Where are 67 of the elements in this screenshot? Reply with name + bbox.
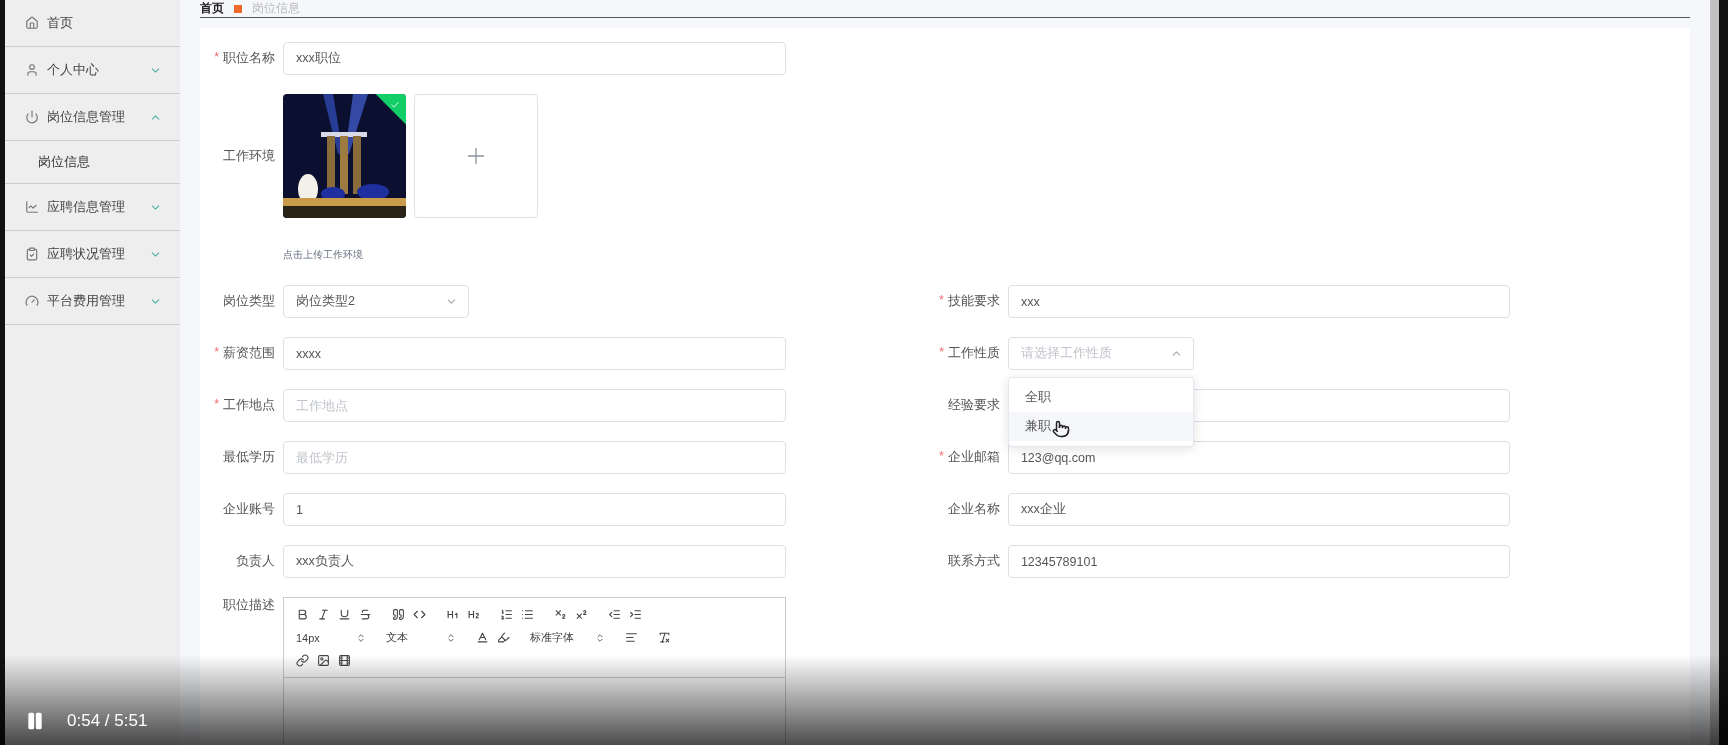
scrollbar[interactable] bbox=[1710, 0, 1719, 745]
clipboard-icon bbox=[25, 247, 39, 261]
text-input[interactable]: 1 bbox=[283, 493, 786, 526]
field-label: 企业账号 bbox=[223, 501, 275, 518]
sidebar-item[interactable]: 平台费用管理 bbox=[5, 278, 180, 325]
dropdown-option[interactable]: 兼职 bbox=[1009, 412, 1193, 441]
pause-button[interactable] bbox=[25, 711, 45, 731]
field-label: 技能要求 bbox=[947, 293, 1000, 310]
text-input[interactable]: 123@qq.com bbox=[1007, 441, 1510, 474]
text-input[interactable]: 12345789101 bbox=[1007, 545, 1510, 578]
field-label: 工作环境 bbox=[222, 147, 275, 165]
breadcrumb-item: 岗位信息 bbox=[252, 0, 300, 17]
field-label: 企业邮箱 bbox=[947, 449, 1000, 466]
field-label: 联系方式 bbox=[947, 553, 1000, 570]
rich-text-editor[interactable]: 14px 文本 标准字体 bbox=[283, 597, 786, 745]
sidebar-item[interactable]: 岗位信息管理 bbox=[5, 94, 180, 141]
video-time: 0:54 / 5:51 bbox=[67, 711, 148, 731]
gauge-icon bbox=[25, 294, 39, 308]
link-icon[interactable] bbox=[296, 652, 309, 669]
home-icon bbox=[25, 16, 39, 30]
required-mark: * bbox=[214, 345, 219, 361]
field-label: 薪资范围 bbox=[223, 345, 275, 362]
picker-dropdown[interactable]: 标准字体 bbox=[530, 629, 605, 646]
chart-icon bbox=[25, 200, 39, 214]
film-icon[interactable] bbox=[338, 652, 351, 669]
field-label: 岗位类型 bbox=[223, 293, 275, 310]
select-field[interactable]: 岗位类型2 bbox=[283, 285, 469, 318]
field-label: 职位名称 bbox=[223, 50, 275, 67]
sidebar-item[interactable]: 应聘信息管理 bbox=[5, 184, 180, 231]
field-label: 工作性质 bbox=[948, 345, 1000, 362]
text-input[interactable]: 工作地点 bbox=[283, 389, 786, 422]
picker-dropdown[interactable]: 14px bbox=[296, 629, 366, 646]
field-label: 经验要求 bbox=[947, 397, 1000, 414]
dropdown-option[interactable]: 全职 bbox=[1009, 383, 1193, 412]
separator-icon bbox=[234, 4, 242, 13]
sidebar-item[interactable]: 个人中心 bbox=[5, 47, 180, 94]
text-input[interactable]: xxx职位 bbox=[283, 42, 786, 75]
field-label: 职位描述 bbox=[222, 597, 275, 614]
text-input[interactable]: xxx bbox=[1007, 285, 1510, 318]
required-mark: * bbox=[214, 397, 219, 413]
field-label: 企业名称 bbox=[947, 501, 1000, 518]
text-input[interactable]: xxx负责人 bbox=[283, 545, 786, 578]
hand-cursor-icon bbox=[1052, 420, 1070, 438]
user-icon bbox=[25, 63, 39, 77]
quote-icon[interactable] bbox=[392, 606, 405, 623]
up-down-arrows-icon bbox=[446, 632, 456, 643]
field-label: 工作地点 bbox=[223, 397, 275, 414]
check-icon bbox=[390, 99, 401, 110]
required-mark: * bbox=[939, 293, 944, 309]
sidebar-item[interactable]: 应聘状况管理 bbox=[5, 231, 180, 278]
required-mark: * bbox=[214, 50, 219, 66]
breadcrumb-item[interactable]: 首页 bbox=[200, 0, 224, 17]
power-icon bbox=[25, 110, 39, 124]
field-label: 最低学历 bbox=[223, 449, 275, 466]
picker-dropdown[interactable]: 文本 bbox=[386, 629, 456, 646]
text-input[interactable]: xxxx bbox=[283, 337, 786, 370]
text-input[interactable]: 最低学历 bbox=[283, 441, 786, 474]
up-down-arrows-icon bbox=[595, 632, 605, 643]
required-mark: * bbox=[939, 449, 944, 465]
upload-hint: 点击上传工作环境 bbox=[283, 248, 364, 262]
text-input[interactable]: xxx企业 bbox=[1007, 493, 1510, 526]
image-icon[interactable] bbox=[317, 652, 330, 669]
field-label: 负责人 bbox=[236, 553, 275, 570]
sidebar-item[interactable]: 首页 bbox=[5, 0, 180, 47]
up-down-arrows-icon bbox=[356, 632, 366, 643]
sidebar-subitem[interactable]: 岗位信息 bbox=[5, 141, 180, 184]
required-mark: * bbox=[939, 345, 944, 361]
